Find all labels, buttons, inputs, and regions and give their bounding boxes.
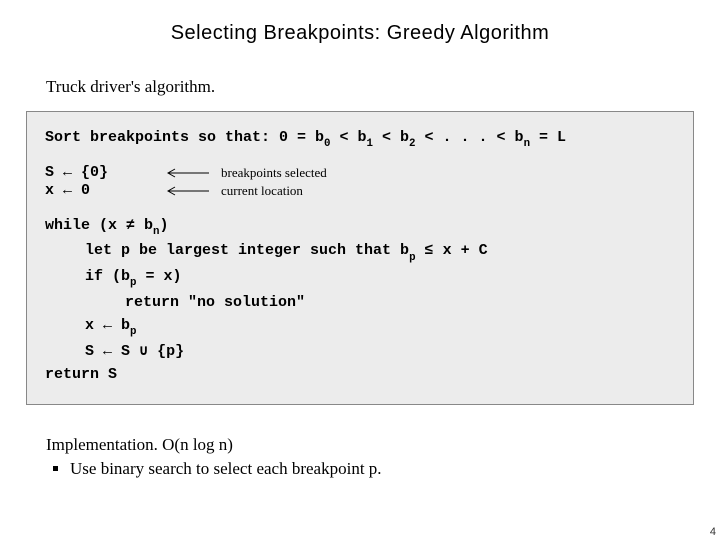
algorithm-code-block: Sort breakpoints so that: 0 = b0 < b1 < … — [26, 111, 694, 405]
slide-title: Selecting Breakpoints: Greedy Algorithm — [0, 0, 720, 45]
left-arrow-icon: ← — [63, 164, 72, 181]
implementation-label: Implementation. — [46, 435, 158, 454]
left-arrow-icon: ← — [103, 343, 112, 360]
code-init-block: S ← {0} breakpoints selected x ← 0 curre… — [45, 164, 675, 200]
code-while-head: while (x ≠ bn) — [45, 214, 675, 240]
code-x-assign: x ← bp — [85, 314, 675, 340]
implementation-text: O(n log n) — [158, 435, 233, 454]
code-let-line: let p be largest integer such that bp ≤ … — [85, 239, 675, 265]
annotation-S: breakpoints selected — [221, 165, 327, 181]
bullet-item: Use binary search to select each breakpo… — [70, 459, 674, 479]
implementation-section: Implementation. O(n log n) Use binary se… — [0, 405, 720, 479]
annotation-x: current location — [221, 183, 303, 199]
annotation-arrow-icon — [165, 186, 211, 196]
code-return-nosol: return "no solution" — [125, 291, 675, 314]
annotation-arrow-icon — [165, 168, 211, 178]
code-if-head: if (bp = x) — [85, 265, 675, 291]
section-heading: Truck driver's algorithm. — [0, 45, 720, 97]
code-while-block: while (x ≠ bn) let p be largest integer … — [45, 214, 675, 387]
left-arrow-icon: ← — [63, 182, 72, 199]
left-arrow-icon: ← — [103, 317, 112, 334]
code-return-S: return S — [45, 363, 675, 386]
code-sort-line: Sort breakpoints so that: 0 = b0 < b1 < … — [45, 126, 675, 152]
code-S-assign: S ← S ∪ {p} — [85, 340, 675, 363]
implementation-bullets: Use binary search to select each breakpo… — [46, 459, 674, 479]
page-number: 4 — [710, 526, 716, 538]
